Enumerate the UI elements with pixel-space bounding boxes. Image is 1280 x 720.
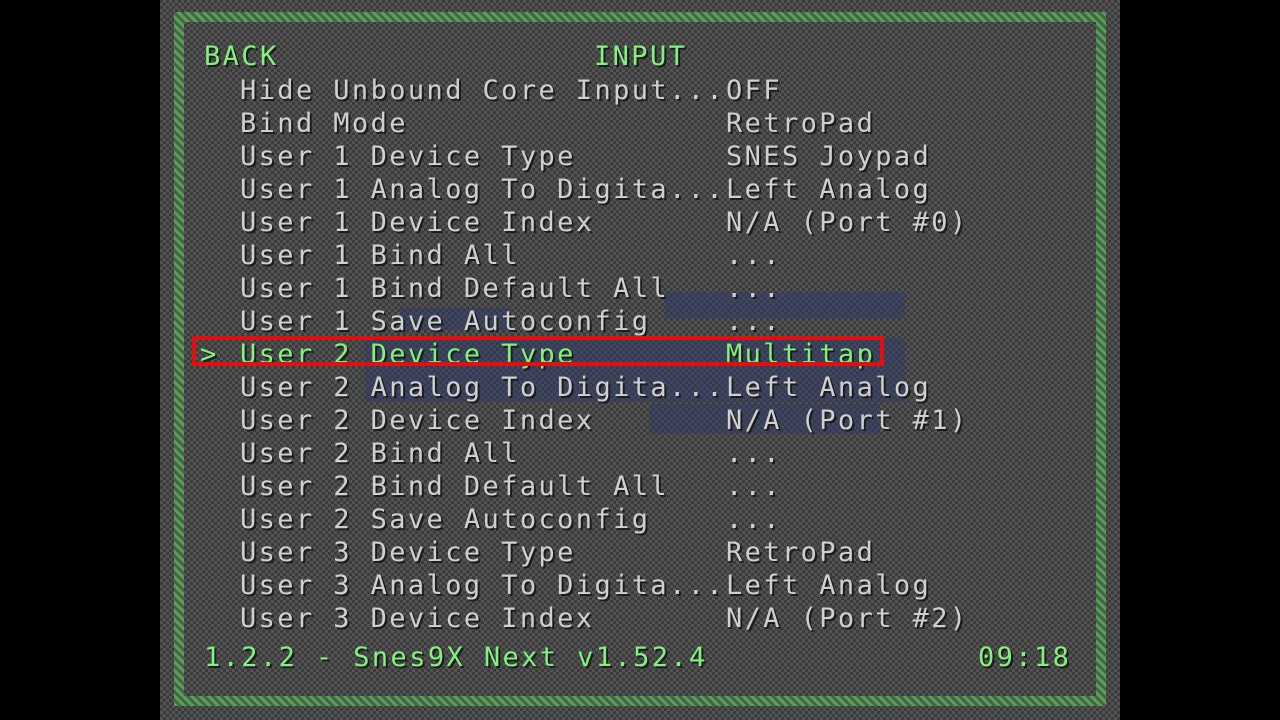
menu-item-label: User 2 Bind All bbox=[240, 438, 520, 469]
menu-row-selected[interactable]: > User 2 Device Type Multitap bbox=[200, 338, 1080, 371]
menu-row[interactable]: Bind Mode RetroPad bbox=[200, 107, 1080, 140]
clock-display: 09:18 bbox=[978, 642, 1072, 673]
core-version-info: 1.2.2 - Snes9X Next v1.52.4 bbox=[204, 642, 708, 673]
menu-item-value: N/A (Port #2) bbox=[726, 603, 969, 634]
retroarch-rgui-screen: BACK INPUT Hide Unbound Core Input... OFF… bbox=[160, 0, 1120, 720]
menu-item-value: ... bbox=[726, 471, 782, 502]
menu-item-label: User 2 Analog To Digita... bbox=[240, 372, 726, 403]
menu-item-label: User 2 Device Type bbox=[240, 339, 576, 370]
menu-row[interactable]: Hide Unbound Core Input... OFF bbox=[200, 74, 1080, 107]
menu-item-label: User 1 Device Index bbox=[240, 207, 595, 238]
menu-item-label: User 3 Device Index bbox=[240, 603, 595, 634]
settings-menu-list: Hide Unbound Core Input... OFF Bind Mode Re… bbox=[200, 74, 1080, 635]
menu-item-value: Multitap bbox=[726, 339, 876, 370]
menu-item-value: ... bbox=[726, 273, 782, 304]
menu-row[interactable]: User 1 Bind All... bbox=[200, 239, 1080, 272]
menu-item-label: User 3 Analog To Digita... bbox=[240, 570, 726, 601]
selection-cursor-icon: > bbox=[200, 339, 219, 370]
menu-item-value: ... bbox=[726, 504, 782, 535]
menu-row[interactable]: User 3 Device Type RetroPad bbox=[200, 536, 1080, 569]
menu-item-label: User 2 Device Index bbox=[240, 405, 595, 436]
menu-item-value: ... bbox=[726, 240, 782, 271]
menu-item-value: ... bbox=[726, 306, 782, 337]
menu-row[interactable]: User 2 Bind Default All... bbox=[200, 470, 1080, 503]
header-bar: BACK INPUT bbox=[204, 40, 1064, 76]
menu-item-value: OFF bbox=[726, 75, 782, 106]
menu-row[interactable]: User 1 Bind Default All... bbox=[200, 272, 1080, 305]
menu-item-value: Left Analog bbox=[726, 174, 932, 205]
menu-item-label: User 1 Save Autoconfig bbox=[240, 306, 651, 337]
menu-row[interactable]: User 2 Analog To Digita... Left Analog bbox=[200, 371, 1080, 404]
menu-row[interactable]: User 3 Device Index N/A (Port #2) bbox=[200, 602, 1080, 635]
menu-item-label: User 3 Device Type bbox=[240, 537, 576, 568]
menu-item-value: N/A (Port #1) bbox=[726, 405, 969, 436]
back-button[interactable]: BACK bbox=[204, 40, 279, 73]
menu-item-value: SNES Joypad bbox=[726, 141, 932, 172]
menu-item-value: RetroPad bbox=[726, 537, 876, 568]
menu-item-value: Left Analog bbox=[726, 570, 932, 601]
menu-row[interactable]: User 2 Save Autoconfig... bbox=[200, 503, 1080, 536]
menu-item-label: User 2 Bind Default All bbox=[240, 471, 670, 502]
menu-row[interactable]: User 2 Device Index N/A (Port #1) bbox=[200, 404, 1080, 437]
menu-row[interactable]: User 1 Device Index N/A (Port #0) bbox=[200, 206, 1080, 239]
menu-item-label: User 2 Save Autoconfig bbox=[240, 504, 651, 535]
menu-item-label: User 1 Analog To Digita... bbox=[240, 174, 726, 205]
menu-item-value: N/A (Port #0) bbox=[726, 207, 969, 238]
menu-row[interactable]: User 2 Bind All... bbox=[200, 437, 1080, 470]
menu-item-label: User 1 Bind All bbox=[240, 240, 520, 271]
menu-item-label: User 1 Device Type bbox=[240, 141, 576, 172]
menu-row[interactable]: User 1 Analog To Digita... Left Analog bbox=[200, 173, 1080, 206]
menu-item-label: User 1 Bind Default All bbox=[240, 273, 670, 304]
menu-item-value: ... bbox=[726, 438, 782, 469]
menu-item-value: Left Analog bbox=[726, 372, 932, 403]
menu-item-label: Hide Unbound Core Input... bbox=[240, 75, 726, 106]
menu-item-label: Bind Mode bbox=[240, 108, 408, 139]
menu-item-value: RetroPad bbox=[726, 108, 876, 139]
menu-row[interactable]: User 1 Device Type SNES Joypad bbox=[200, 140, 1080, 173]
menu-row[interactable]: User 3 Analog To Digita... Left Analog bbox=[200, 569, 1080, 602]
menu-row[interactable]: User 1 Save Autoconfig... bbox=[200, 305, 1080, 338]
page-title: INPUT bbox=[594, 41, 688, 72]
